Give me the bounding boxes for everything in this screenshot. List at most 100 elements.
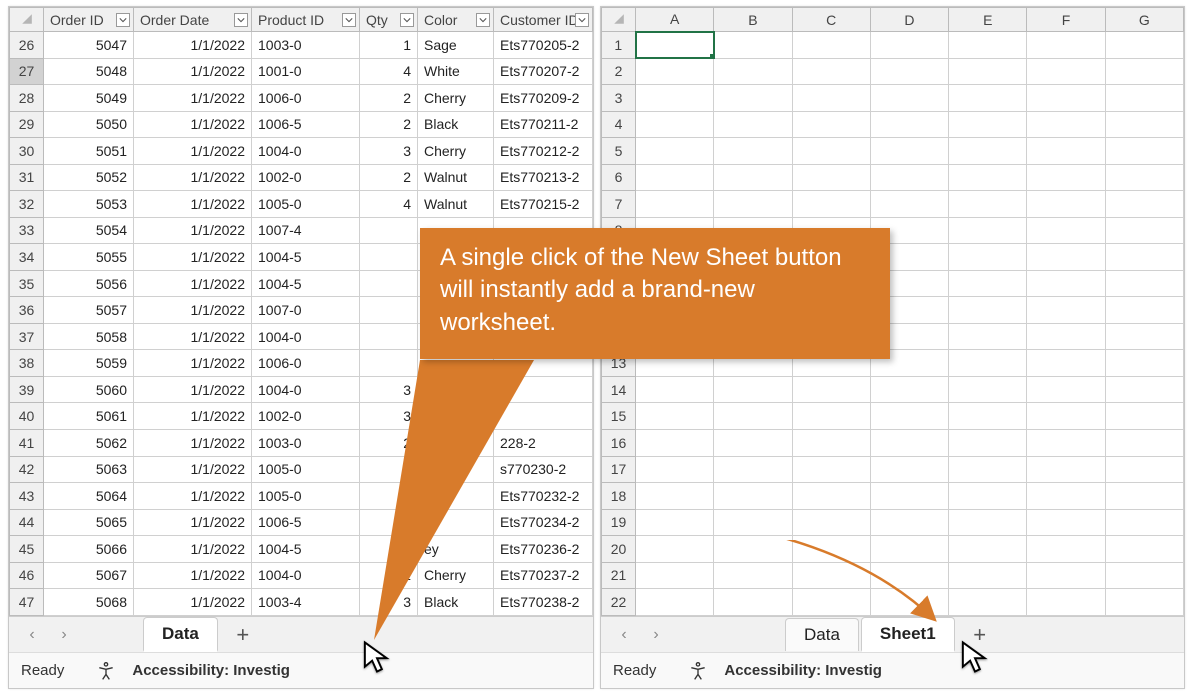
row-header[interactable]: 14	[602, 376, 636, 403]
cell[interactable]	[792, 191, 870, 218]
cell[interactable]: Cher	[418, 403, 494, 430]
cell[interactable]	[714, 589, 792, 616]
cell[interactable]	[636, 138, 714, 165]
cell[interactable]: Ets770211-2	[494, 111, 593, 138]
cell[interactable]: Cherry	[418, 138, 494, 165]
cell[interactable]	[870, 403, 948, 430]
cell[interactable]	[792, 536, 870, 563]
cell[interactable]	[714, 509, 792, 536]
cell[interactable]	[1105, 456, 1183, 483]
cell[interactable]: 1004-5	[252, 270, 360, 297]
row-header[interactable]: 5	[602, 138, 636, 165]
cell[interactable]	[870, 483, 948, 510]
row-header[interactable]: 40	[10, 403, 44, 430]
cell[interactable]	[1105, 403, 1183, 430]
cell[interactable]	[792, 58, 870, 85]
cell[interactable]	[360, 244, 418, 271]
row-header[interactable]: 47	[10, 589, 44, 616]
cell[interactable]: Walnut	[418, 191, 494, 218]
cell[interactable]: White	[418, 58, 494, 85]
cell[interactable]	[949, 58, 1027, 85]
cell[interactable]: 2	[360, 483, 418, 510]
cell[interactable]: 5066	[44, 536, 134, 563]
cell[interactable]: 1/1/2022	[134, 509, 252, 536]
cell[interactable]	[636, 562, 714, 589]
cell[interactable]: 1	[360, 32, 418, 59]
row-header[interactable]: 29	[10, 111, 44, 138]
cell[interactable]	[1027, 138, 1105, 165]
cell[interactable]	[1027, 562, 1105, 589]
cell[interactable]	[949, 244, 1027, 271]
cell[interactable]: Ets770213-2	[494, 164, 593, 191]
cell[interactable]	[1105, 562, 1183, 589]
cell[interactable]	[1027, 536, 1105, 563]
sheet-tab-data[interactable]: Data	[785, 618, 859, 651]
cell[interactable]: 1/1/2022	[134, 376, 252, 403]
cell[interactable]: ey	[418, 536, 494, 563]
filter-dropdown-icon[interactable]	[342, 13, 356, 27]
cell[interactable]	[1105, 483, 1183, 510]
cell[interactable]	[1027, 270, 1105, 297]
cell[interactable]: 1/1/2022	[134, 58, 252, 85]
row-header[interactable]: 44	[10, 509, 44, 536]
cell[interactable]	[714, 85, 792, 112]
filter-dropdown-icon[interactable]	[476, 13, 490, 27]
cell[interactable]: 1/1/2022	[134, 32, 252, 59]
cell[interactable]: 1003-0	[252, 429, 360, 456]
cell[interactable]: Ets770207-2	[494, 58, 593, 85]
cell[interactable]: Black	[418, 111, 494, 138]
cell[interactable]: 2	[360, 429, 418, 456]
cell[interactable]	[1027, 111, 1105, 138]
cell[interactable]: 3	[360, 403, 418, 430]
cell[interactable]	[949, 270, 1027, 297]
cell[interactable]	[636, 403, 714, 430]
cell[interactable]: 5055	[44, 244, 134, 271]
cell[interactable]: 1004-0	[252, 562, 360, 589]
cell[interactable]	[1027, 509, 1105, 536]
cell[interactable]: 1/1/2022	[134, 270, 252, 297]
cell[interactable]: 5067	[44, 562, 134, 589]
column-header[interactable]: G	[1105, 8, 1183, 32]
cell[interactable]	[949, 164, 1027, 191]
column-header[interactable]: Qty	[360, 8, 418, 32]
cell[interactable]: 1004-5	[252, 244, 360, 271]
cell[interactable]	[360, 323, 418, 350]
row-header[interactable]: 43	[10, 483, 44, 510]
cell[interactable]	[714, 376, 792, 403]
cell[interactable]: 5051	[44, 138, 134, 165]
cell[interactable]	[792, 509, 870, 536]
cell[interactable]: 1	[360, 562, 418, 589]
cell[interactable]	[870, 589, 948, 616]
row-header[interactable]: 6	[602, 164, 636, 191]
cell[interactable]: 1002-0	[252, 403, 360, 430]
select-all-cell[interactable]	[10, 8, 44, 32]
cell[interactable]: 1005-0	[252, 191, 360, 218]
cell[interactable]: 1/1/2022	[134, 456, 252, 483]
cell[interactable]	[949, 138, 1027, 165]
row-header[interactable]: 3	[602, 85, 636, 112]
cell[interactable]: 5050	[44, 111, 134, 138]
accessibility-icon[interactable]	[96, 661, 116, 681]
row-header[interactable]: 36	[10, 297, 44, 324]
cell[interactable]: 5048	[44, 58, 134, 85]
row-header[interactable]: 31	[10, 164, 44, 191]
cell[interactable]: Ets770238-2	[494, 589, 593, 616]
cell[interactable]	[870, 191, 948, 218]
row-header[interactable]: 22	[602, 589, 636, 616]
cell[interactable]	[1027, 32, 1105, 59]
row-header[interactable]: 34	[10, 244, 44, 271]
row-header[interactable]: 35	[10, 270, 44, 297]
cell[interactable]	[418, 483, 494, 510]
cell[interactable]	[792, 138, 870, 165]
cell[interactable]: 1/1/2022	[134, 562, 252, 589]
select-all-cell[interactable]	[602, 8, 636, 32]
cell[interactable]: 1/1/2022	[134, 350, 252, 377]
cell[interactable]	[949, 350, 1027, 377]
new-sheet-button[interactable]: +	[963, 620, 997, 650]
accessibility-icon[interactable]	[688, 661, 708, 681]
cell[interactable]	[949, 589, 1027, 616]
cell[interactable]	[714, 562, 792, 589]
cell[interactable]	[870, 32, 948, 59]
cell[interactable]: 1/1/2022	[134, 244, 252, 271]
cell[interactable]: Ets770212-2	[494, 138, 593, 165]
